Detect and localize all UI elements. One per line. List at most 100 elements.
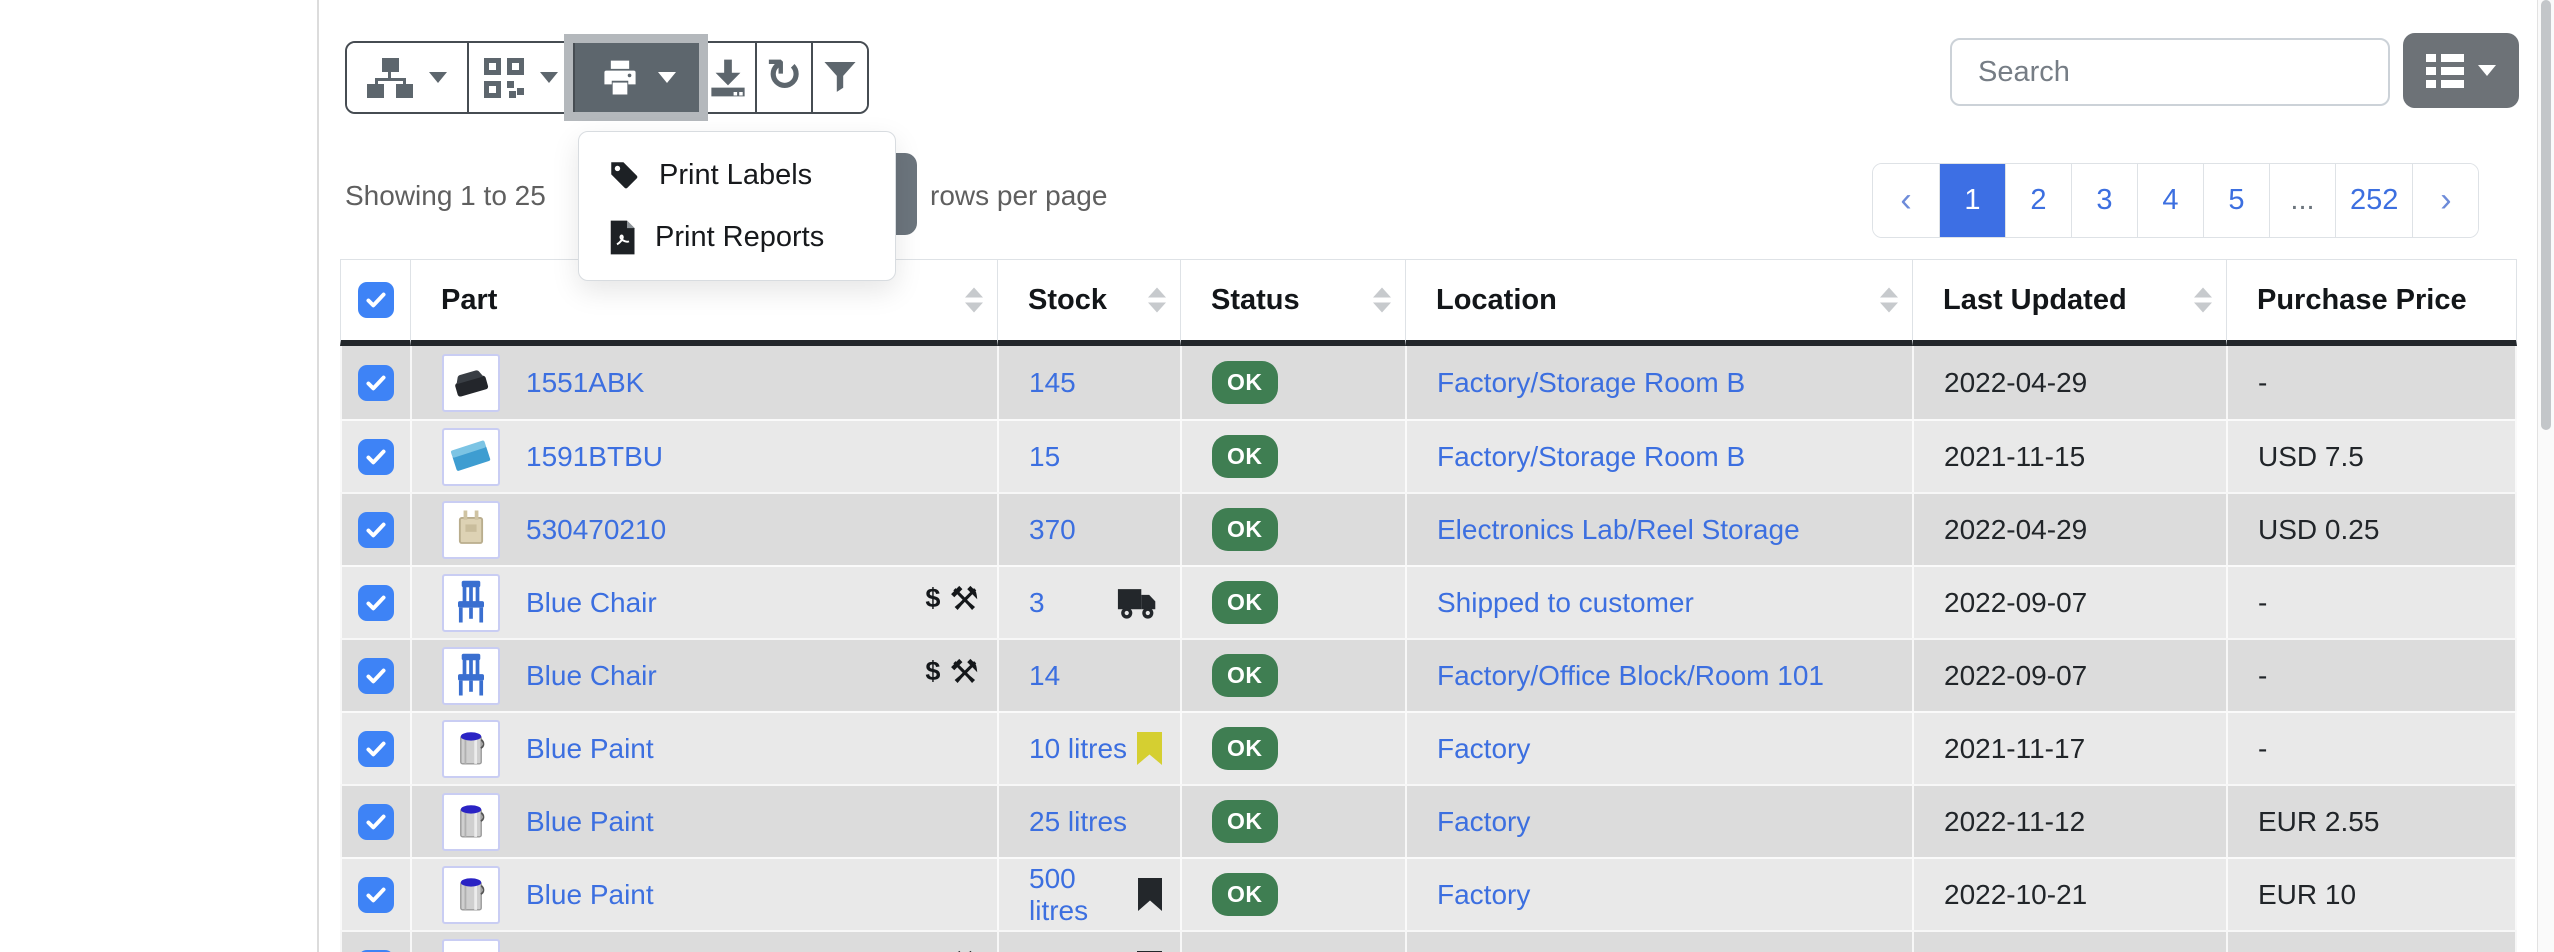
pagination-prev[interactable]: ‹: [1873, 164, 1939, 237]
table-row[interactable]: $⚒: [340, 930, 2517, 952]
column-header-label: Stock: [1028, 284, 1107, 316]
cell-status: OK: [1180, 857, 1405, 930]
stock-link[interactable]: 14: [1029, 660, 1060, 692]
stock-link[interactable]: 25 litres: [1029, 806, 1127, 838]
cell-select: [340, 930, 410, 952]
wrench-tools-icon: ⚒: [949, 579, 979, 618]
sort-icon: [965, 288, 983, 313]
columns-button[interactable]: [2403, 33, 2519, 108]
cell-last-updated: 2022-09-07: [1912, 565, 2226, 638]
stock-link[interactable]: 3: [1029, 587, 1045, 619]
column-header-price: Purchase Price: [2226, 259, 2517, 346]
table-row[interactable]: 530470210370OKElectronics Lab/Reel Stora…: [340, 492, 2517, 565]
select-all-checkbox[interactable]: [358, 282, 394, 318]
row-checkbox[interactable]: [358, 804, 394, 840]
cell-status: OK: [1180, 419, 1405, 492]
part-link[interactable]: Blue Paint: [526, 879, 654, 911]
cell-purchase-price: EUR 10: [2226, 857, 2517, 930]
stock-link[interactable]: 370: [1029, 514, 1076, 546]
chevron-down-icon: [2478, 65, 2496, 76]
location-link[interactable]: Shipped to customer: [1437, 587, 1694, 618]
refresh-button[interactable]: ↻: [755, 43, 811, 112]
sort-icon: [1880, 288, 1898, 313]
stock-link[interactable]: 500 litres: [1029, 863, 1138, 927]
wrench-tools-icon: ⚒: [949, 652, 979, 691]
row-checkbox[interactable]: [358, 365, 394, 401]
price-tools-indicators: $⚒: [925, 944, 979, 952]
pagination-page-3[interactable]: 3: [2071, 164, 2137, 237]
cell-purchase-price: [2226, 930, 2517, 952]
bookmark-dark-icon: [1138, 878, 1162, 911]
part-link[interactable]: 530470210: [526, 514, 666, 546]
download-button[interactable]: [699, 43, 755, 112]
wrench-tools-icon: ⚒: [949, 944, 979, 952]
cell-stock: 25 litres: [997, 784, 1180, 857]
pagination-next[interactable]: ›: [2412, 164, 2478, 237]
stock-link[interactable]: 15: [1029, 441, 1060, 473]
pagination-page-4[interactable]: 4: [2137, 164, 2203, 237]
part-link[interactable]: Blue Paint: [526, 806, 654, 838]
pdf-file-icon: [607, 219, 637, 256]
cell-select: [340, 492, 410, 565]
table-row[interactable]: Blue Paint500 litresOKFactory2022-10-21E…: [340, 857, 2517, 930]
part-link[interactable]: Blue Chair: [526, 587, 657, 619]
table-row[interactable]: 1591BTBU15OKFactory/Storage Room B2021-1…: [340, 419, 2517, 492]
chevron-down-icon: [658, 72, 676, 83]
column-header-stock[interactable]: Stock: [997, 259, 1180, 346]
location-link[interactable]: Electronics Lab/Reel Storage: [1437, 514, 1800, 545]
tree-view-button[interactable]: [347, 43, 467, 112]
stock-link[interactable]: 145: [1029, 367, 1076, 399]
location-link[interactable]: Factory: [1437, 879, 1530, 910]
part-thumbnail: [442, 866, 500, 924]
pagination-page-1[interactable]: 1: [1939, 164, 2005, 237]
column-header-updated[interactable]: Last Updated: [1912, 259, 2226, 346]
menu-item-print-reports[interactable]: Print Reports: [579, 206, 895, 268]
location-link[interactable]: Factory: [1437, 733, 1530, 764]
table-row[interactable]: Blue Paint25 litresOKFactory2022-11-12EU…: [340, 784, 2517, 857]
part-link[interactable]: Blue Chair: [526, 660, 657, 692]
cell-last-updated: 2022-09-07: [1912, 638, 2226, 711]
row-checkbox[interactable]: [358, 439, 394, 475]
cell-status: OK: [1180, 711, 1405, 784]
part-link[interactable]: 1591BTBU: [526, 441, 663, 473]
stock-link[interactable]: 10 litres: [1029, 733, 1127, 765]
chevron-down-icon: [540, 72, 558, 83]
pagination-page-2[interactable]: 2: [2005, 164, 2071, 237]
table-body: 1551ABK 145 OK Factory/Storage Room B 2022-0…: [340, 346, 2517, 952]
row-checkbox[interactable]: [358, 658, 394, 694]
table-row[interactable]: Blue Chair$⚒14OKFactory/Office Block/Roo…: [340, 638, 2517, 711]
pagination-page-5[interactable]: 5: [2203, 164, 2269, 237]
column-header-status[interactable]: Status: [1180, 259, 1405, 346]
part-thumbnail: [442, 939, 500, 952]
table-row[interactable]: Blue Paint10 litresOKFactory2021-11-17-: [340, 711, 2517, 784]
part-link[interactable]: 1551ABK: [526, 367, 644, 399]
row-checkbox[interactable]: [358, 585, 394, 621]
refresh-icon: ↻: [766, 54, 803, 98]
part-link[interactable]: Blue Paint: [526, 733, 654, 765]
search-input[interactable]: [1950, 38, 2390, 106]
location-link[interactable]: Factory/Storage Room B: [1437, 441, 1745, 472]
print-button[interactable]: [573, 43, 699, 112]
table-row[interactable]: 1551ABK145OKFactory/Storage Room B2022-0…: [340, 346, 2517, 419]
dollar-icon: $: [925, 948, 940, 952]
menu-item-print-labels[interactable]: Print Labels: [579, 144, 895, 206]
column-header-select: [340, 259, 410, 346]
status-badge: OK: [1212, 873, 1278, 916]
filter-button[interactable]: [811, 43, 867, 112]
cell-location: Factory/Storage Room B: [1405, 346, 1912, 419]
row-checkbox[interactable]: [358, 512, 394, 548]
cell-part: Blue Paint: [410, 857, 997, 930]
column-header-location[interactable]: Location: [1405, 259, 1912, 346]
scrollbar-thumb[interactable]: [2541, 0, 2551, 430]
location-link[interactable]: Factory: [1437, 806, 1530, 837]
table-row[interactable]: Blue Chair$⚒3OKShipped to customer2022-0…: [340, 565, 2517, 638]
location-link[interactable]: Factory/Storage Room B: [1437, 367, 1745, 398]
qr-scan-button[interactable]: [467, 43, 573, 112]
row-checkbox[interactable]: [358, 731, 394, 767]
dollar-icon: $: [925, 656, 940, 687]
row-checkbox[interactable]: [358, 877, 394, 913]
pagination-page-252[interactable]: 252: [2335, 164, 2412, 237]
cell-location: Factory: [1405, 857, 1912, 930]
location-link[interactable]: Factory/Office Block/Room 101: [1437, 660, 1824, 691]
pagination-ellipsis[interactable]: ...: [2269, 164, 2335, 237]
